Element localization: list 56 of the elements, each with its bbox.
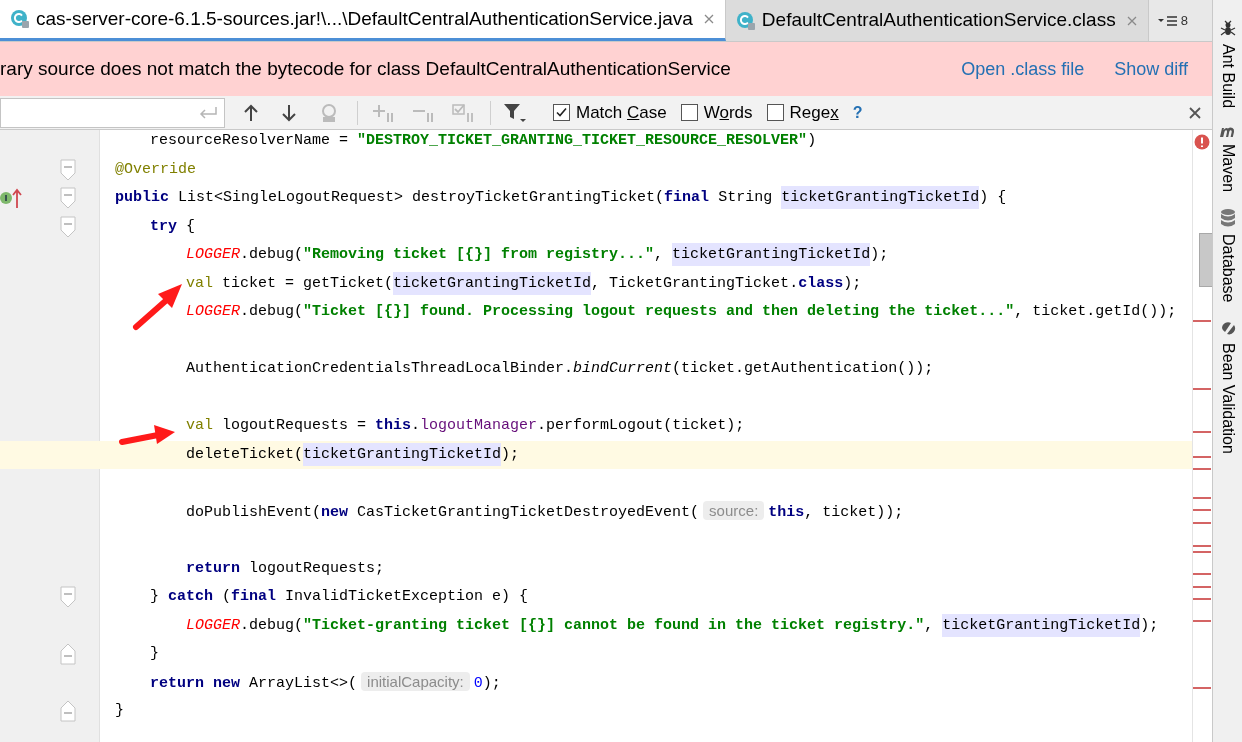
close-icon[interactable]: [702, 13, 715, 25]
checkbox[interactable]: [680, 104, 698, 121]
select-all-icon[interactable]: [452, 102, 476, 123]
checkbox[interactable]: [553, 104, 570, 121]
tool-window-button[interactable]: Ant Build: [1215, 20, 1240, 109]
find-occurrences-icon[interactable]: [319, 102, 339, 123]
error-icon[interactable]: [1194, 134, 1210, 150]
option-checkbox[interactable]: Match Case: [553, 99, 667, 126]
help-link[interactable]: ?: [852, 100, 863, 125]
code-line: }: [115, 701, 124, 721]
database-icon: [1218, 208, 1237, 229]
arrow-down-icon[interactable]: [281, 103, 297, 122]
tool-window-button[interactable]: Database: [1215, 208, 1240, 303]
tool-window-button[interactable]: Bean Validation: [1215, 318, 1240, 454]
code-line: val logoutRequests = this.logoutManager.performLogout(ticket);: [186, 416, 745, 436]
implements-marker-icon[interactable]: [0, 187, 22, 210]
banner-message: rary source does not match the bytecode for class DefaultCentralAuthenticationService: [0, 56, 731, 81]
code-line: AuthenticationCredentialsThreadLocalBinder.bindCurrent(ticket.getAuthentication());: [186, 359, 934, 379]
code-line: return logoutRequests;: [186, 558, 385, 579]
search-field[interactable]: [0, 97, 225, 128]
code-line: LOGGER.debug("Ticket [{}] found. Processing logout requests and then deleting the ticket...", ticket.getId());: [186, 302, 1177, 322]
editor-tab[interactable]: DefaultCentralAuthenticationService.class: [725, 0, 1149, 41]
code-line: val ticket = getTicket(ticketGrantingTicketId, TicketGrantingTicket.class);: [186, 269, 862, 298]
tab-overflow-button[interactable]: 8: [1148, 0, 1196, 41]
class-file-icon: [10, 9, 30, 29]
banner-link[interactable]: Open .class file: [961, 55, 1085, 83]
fold-marker-icon[interactable]: [60, 158, 76, 181]
filter-icon[interactable]: [503, 101, 527, 124]
code-line: resourceResolverName = "DESTROY_TICKET_GRANTING_TICKET_RESOURCE_RESOLVER"): [150, 131, 817, 151]
code-line: @Override: [115, 159, 196, 180]
banner-link[interactable]: Show diff: [1114, 55, 1188, 83]
option-checkbox[interactable]: Regex: [766, 99, 839, 126]
code-line: deleteTicket(ticketGrantingTicketId);: [186, 440, 520, 469]
add-occurrence-icon[interactable]: [372, 102, 396, 123]
scrollbar-thumb[interactable]: [1199, 233, 1212, 287]
code-line: }: [150, 644, 159, 664]
arrow-up-icon[interactable]: [243, 103, 259, 122]
ant-icon: [1218, 20, 1237, 38]
code-line: public List<SingleLogoutRequest> destroyTicketGrantingTicket(final String ticketGrantingTicketId) {: [115, 184, 1007, 213]
checkmark-icon: [555, 106, 568, 119]
fold-marker-icon[interactable]: [60, 215, 76, 238]
tool-window-button[interactable]: Maven: [1215, 124, 1240, 193]
code-line: return new ArrayList<>( initialCapacity: 0);: [150, 670, 501, 694]
arrow-annotation-icon: [118, 424, 176, 448]
code-line: LOGGER.debug("Ticket-granting ticket [{}] cannot be found in the ticket registry.", ticketGrantingTicketId);: [186, 611, 1159, 640]
code-line: doPublishEvent(new CasTicketGrantingTicketDestroyedEvent( source: this, ticket));: [186, 499, 904, 523]
enter-icon[interactable]: [198, 105, 218, 120]
code-line: LOGGER.debug("Removing ticket [{}] from registry...", ticketGrantingTicketId);: [186, 241, 889, 270]
close-icon[interactable]: [1188, 105, 1202, 120]
code-line: } catch (final InvalidTicketException e) {: [150, 587, 529, 607]
checkbox[interactable]: [766, 104, 784, 121]
code-line: try {: [150, 216, 196, 237]
option-checkbox[interactable]: Words: [680, 99, 753, 126]
class-file-icon: [735, 10, 756, 31]
editor-tab[interactable]: cas-server-core-6.1.5-sources.jar!\...\DefaultCentralAuthenticationService.java: [0, 0, 726, 41]
list-icon: [1156, 14, 1179, 27]
